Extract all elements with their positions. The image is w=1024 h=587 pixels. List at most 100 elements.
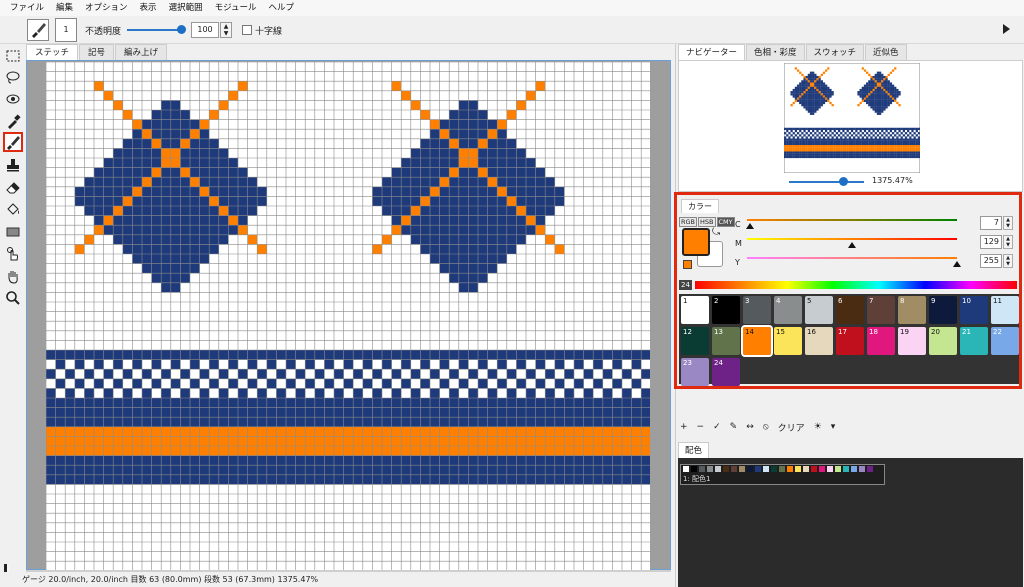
palette-swatch-4[interactable]: 4 xyxy=(774,296,802,324)
hand-pointer-tool[interactable] xyxy=(3,244,23,264)
brush-preset-button[interactable] xyxy=(27,19,49,41)
lasso-tool[interactable] xyxy=(3,67,23,87)
stitch-cell xyxy=(458,177,469,187)
m-slider-marker[interactable] xyxy=(848,242,856,248)
palette-swatch-16[interactable]: 16 xyxy=(805,327,833,355)
hue-spectrum-bar[interactable] xyxy=(695,281,1017,289)
palette-swatch-22[interactable]: 22 xyxy=(991,327,1019,355)
rectangle-tool[interactable] xyxy=(3,222,23,242)
tab-navigator[interactable]: ナビゲーター xyxy=(678,44,746,60)
mode-hsb[interactable]: HSB xyxy=(698,217,716,227)
thumbnail-cell xyxy=(896,151,899,154)
palette-swatch-8[interactable]: 8 xyxy=(898,296,926,324)
c-value-input[interactable]: 7 xyxy=(980,216,1002,230)
color-scheme-item[interactable]: 1: 配色1 xyxy=(680,464,885,485)
navigator-zoom-thumb[interactable] xyxy=(839,177,848,186)
clear-button[interactable]: クリア xyxy=(778,421,805,434)
tab-knitting[interactable]: 編み上げ xyxy=(115,44,168,60)
thumbnail-cell xyxy=(807,151,811,154)
tab-similar-colors[interactable]: 近似色 xyxy=(865,44,907,60)
mode-rgb[interactable]: RGB xyxy=(679,217,698,227)
y-slider-track[interactable] xyxy=(747,257,957,259)
remove-color-button[interactable]: − xyxy=(697,422,705,432)
y-spinner[interactable]: ▲ ▼ xyxy=(1003,254,1013,268)
menu-file[interactable]: ファイル xyxy=(4,0,50,16)
foreground-color-swatch[interactable] xyxy=(682,228,710,256)
check-icon[interactable]: ✓ xyxy=(713,422,721,432)
eraser-tool[interactable] xyxy=(3,177,23,197)
marquee-tool[interactable] xyxy=(3,46,23,66)
palette-swatch-14[interactable]: 14 xyxy=(741,325,773,357)
tab-color[interactable]: カラー xyxy=(681,199,719,213)
palette-swatch-13[interactable]: 13 xyxy=(712,327,740,355)
tab-hue-saturation[interactable]: 色相・彩度 xyxy=(746,44,805,60)
eyedropper-tool[interactable] xyxy=(3,111,23,131)
c-slider-marker[interactable] xyxy=(746,223,754,229)
opacity-spinner[interactable]: ▲ ▼ xyxy=(220,22,232,38)
opacity-input[interactable]: 100 xyxy=(191,22,219,38)
c-slider-track[interactable] xyxy=(747,219,957,221)
menu-options[interactable]: オプション xyxy=(79,0,134,16)
add-color-button[interactable]: + xyxy=(680,422,688,432)
dropdown-icon[interactable]: ▾ xyxy=(831,422,836,432)
palette-swatch-12[interactable]: 12 xyxy=(681,327,709,355)
brush-size-field[interactable]: 1 xyxy=(55,18,77,42)
m-slider-track[interactable] xyxy=(747,238,957,240)
tab-color-scheme[interactable]: 配色 xyxy=(678,442,710,458)
hand-tool[interactable] xyxy=(3,266,23,286)
menu-help[interactable]: ヘルプ xyxy=(262,0,300,16)
menu-selection[interactable]: 選択範囲 xyxy=(163,0,209,16)
tab-swatch[interactable]: スウォッチ xyxy=(805,44,865,60)
palette-swatch-7[interactable]: 7 xyxy=(867,296,895,324)
palette-swatch-15[interactable]: 15 xyxy=(774,327,802,355)
palette-swatch-1[interactable]: 1 xyxy=(681,296,709,324)
navigator-thumbnail[interactable] xyxy=(784,63,920,173)
palette-swatch-2[interactable]: 2 xyxy=(712,296,740,324)
stitch-grid-canvas[interactable] xyxy=(46,62,650,570)
edit-icon[interactable]: ✎ xyxy=(730,422,738,432)
c-spinner[interactable]: ▲ ▼ xyxy=(1003,216,1013,230)
palette-swatch-23[interactable]: 23 xyxy=(681,358,709,386)
palette-swatch-3[interactable]: 3 xyxy=(743,296,771,324)
palette-swatch-24[interactable]: 24 xyxy=(712,358,740,386)
stitch-cell xyxy=(478,138,488,149)
m-spinner[interactable]: ▲ ▼ xyxy=(1003,235,1013,249)
current-color-chip[interactable] xyxy=(683,260,692,269)
palette-swatch-18[interactable]: 18 xyxy=(867,327,895,355)
brush-tool[interactable] xyxy=(3,132,23,152)
tab-symbol[interactable]: 記号 xyxy=(79,44,115,60)
stamp-tool[interactable] xyxy=(3,155,23,175)
palette-swatch-21[interactable]: 21 xyxy=(960,327,988,355)
menu-module[interactable]: モジュール xyxy=(209,0,263,16)
opacity-slider-thumb[interactable] xyxy=(177,25,186,34)
settings-icon[interactable]: ☀ xyxy=(814,422,822,432)
navigator-zoom-slider[interactable] xyxy=(789,181,864,183)
palette-swatch-9[interactable]: 9 xyxy=(929,296,957,324)
palette-swatch-6[interactable]: 6 xyxy=(836,296,864,324)
palette-swatch-17[interactable]: 17 xyxy=(836,327,864,355)
play-icon[interactable] xyxy=(1003,24,1010,34)
stitch-cell xyxy=(218,234,229,245)
menu-view[interactable]: 表示 xyxy=(134,0,163,16)
swap-icon[interactable]: ↔ xyxy=(746,422,754,432)
swap-colors-icon[interactable]: ⤿ xyxy=(712,227,720,238)
fill-tool[interactable] xyxy=(3,199,23,219)
stitch-cell xyxy=(487,129,498,139)
palette-swatch-19[interactable]: 19 xyxy=(898,327,926,355)
stitch-cell xyxy=(410,158,421,168)
y-slider-marker[interactable] xyxy=(953,261,961,267)
thumbnail-cell xyxy=(878,136,882,139)
palette-swatch-20[interactable]: 20 xyxy=(929,327,957,355)
menu-edit[interactable]: 編集 xyxy=(50,0,79,16)
palette-swatch-10[interactable]: 10 xyxy=(960,296,988,324)
palette-swatch-5[interactable]: 5 xyxy=(805,296,833,324)
tab-stitch[interactable]: ステッチ xyxy=(26,44,79,60)
palette-swatch-11[interactable]: 11 xyxy=(991,296,1019,324)
crosshair-checkbox[interactable] xyxy=(242,25,252,35)
m-value-input[interactable]: 129 xyxy=(980,235,1002,249)
magic-wand-tool[interactable] xyxy=(3,89,23,109)
thumbnail-cell xyxy=(870,95,873,98)
zoom-tool[interactable] xyxy=(3,288,23,308)
disable-icon[interactable]: ⦸ xyxy=(763,422,769,432)
y-value-input[interactable]: 255 xyxy=(980,254,1002,268)
